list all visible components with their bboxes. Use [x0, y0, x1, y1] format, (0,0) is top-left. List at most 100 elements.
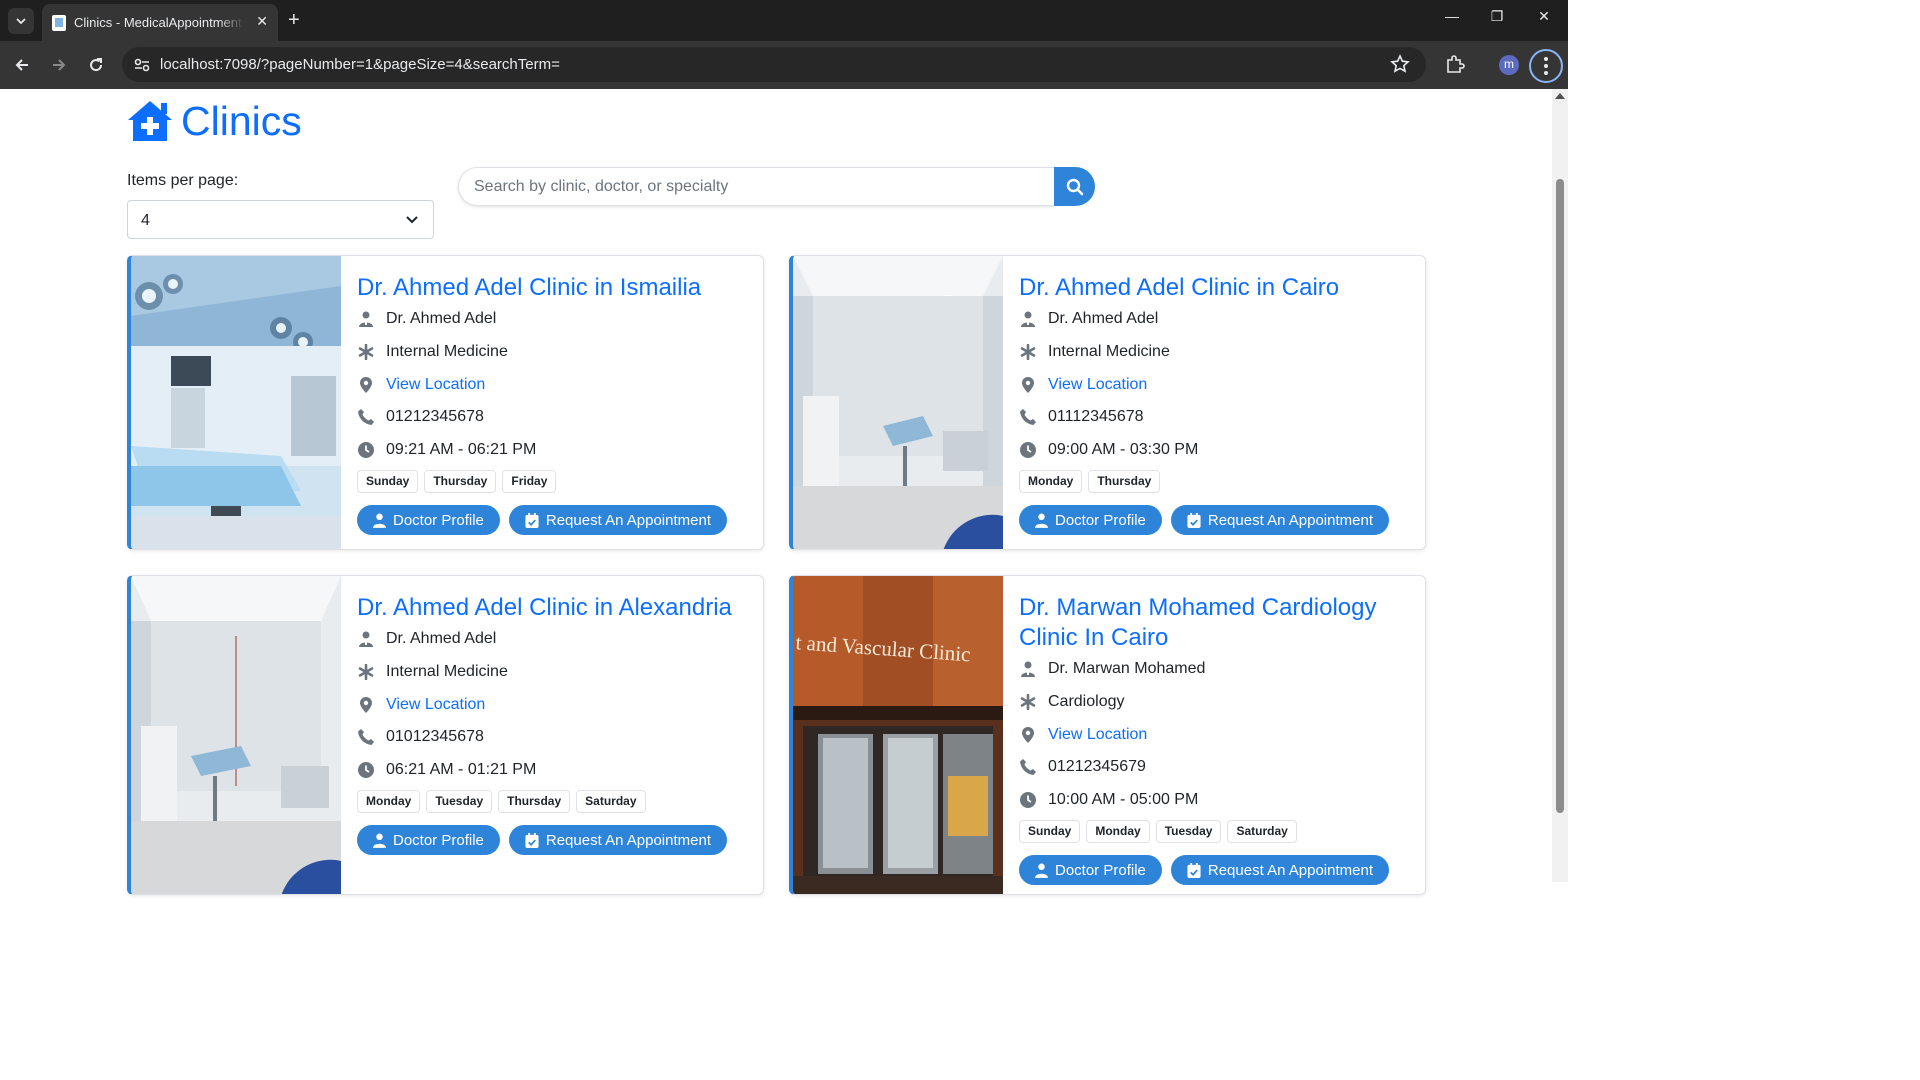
phone-icon	[1019, 758, 1037, 776]
extensions-icon[interactable]	[1444, 53, 1466, 75]
calendar-check-icon	[525, 512, 539, 528]
close-window-icon[interactable]: ✕	[1534, 8, 1554, 25]
day-badge: Friday	[502, 470, 557, 494]
day-badge: Tuesday	[426, 790, 493, 814]
day-badge: Thursday	[1088, 470, 1161, 494]
doctor-profile-button[interactable]: Doctor Profile	[357, 505, 500, 536]
map-pin-icon	[357, 376, 375, 394]
doctor-name: Dr. Ahmed Adel	[1048, 310, 1159, 328]
day-badge: Monday	[1019, 470, 1083, 494]
reload-button[interactable]	[84, 53, 108, 77]
day-badge: Saturday	[1227, 820, 1297, 844]
day-badge: Sunday	[357, 470, 419, 494]
view-location-link[interactable]: View Location	[386, 696, 485, 714]
phone-number: 01212345679	[1048, 758, 1146, 776]
reload-icon	[90, 58, 103, 72]
view-location-link[interactable]: View Location	[1048, 726, 1147, 744]
scroll-up-arrow-icon[interactable]	[1555, 93, 1565, 99]
tab-title: Clinics - MedicalAppointmentsSystem	[74, 15, 244, 30]
request-appointment-button[interactable]: Request An Appointment	[1170, 505, 1389, 536]
view-location-link[interactable]: View Location	[1048, 376, 1147, 394]
back-button[interactable]	[10, 53, 34, 77]
clinic-card-body: Dr. Ahmed Adel Clinic in Ismailia Dr. Ah…	[357, 256, 753, 536]
user-doctor-icon	[357, 630, 375, 648]
doctor-row: Dr. Ahmed Adel	[357, 303, 753, 336]
working-days: Sunday Thursday Friday	[357, 470, 753, 494]
bookmark-star-icon[interactable]	[1390, 54, 1410, 74]
card-actions: Doctor Profile Request An Appointment	[357, 505, 753, 536]
close-tab-icon[interactable]: ✕	[256, 13, 268, 30]
phone-row: 01212345678	[357, 401, 753, 434]
user-doctor-icon	[1019, 310, 1037, 328]
doctor-profile-button[interactable]: Doctor Profile	[1019, 855, 1162, 886]
clinic-name-link[interactable]: Dr. Ahmed Adel Clinic in Cairo	[1019, 273, 1415, 303]
view-location-link[interactable]: View Location	[386, 376, 485, 394]
search-input[interactable]	[458, 167, 1055, 206]
chevron-down-icon	[16, 18, 26, 25]
new-tab-button[interactable]: +	[288, 9, 300, 31]
doctor-profile-button[interactable]: Doctor Profile	[1019, 505, 1162, 536]
doctor-profile-label: Doctor Profile	[1055, 861, 1146, 879]
scrollbar-thumb[interactable]	[1556, 179, 1564, 813]
day-badge: Tuesday	[1155, 820, 1222, 844]
clock-icon	[357, 761, 375, 779]
day-badge: Monday	[357, 790, 421, 814]
hours-row: 09:21 AM - 06:21 PM	[357, 434, 753, 467]
user-doctor-icon	[373, 513, 386, 528]
forward-button[interactable]	[47, 53, 71, 77]
phone-number: 01212345678	[386, 408, 484, 426]
clinic-card-body: Dr. Ahmed Adel Clinic in Cairo Dr. Ahmed…	[1019, 256, 1415, 536]
doctor-name: Dr. Marwan Mohamed	[1048, 660, 1206, 678]
profile-avatar[interactable]: m	[1499, 55, 1519, 75]
clinic-name-link[interactable]: Dr. Marwan Mohamed Cardiology Clinic In …	[1019, 593, 1415, 653]
specialty-row: Internal Medicine	[357, 336, 753, 369]
calendar-check-icon	[525, 832, 539, 848]
phone-row: 01012345678	[357, 721, 753, 754]
asterisk-icon	[357, 663, 375, 681]
phone-row: 01212345679	[1019, 751, 1415, 784]
items-per-page-value: 4	[141, 212, 150, 229]
hours-row: 06:21 AM - 01:21 PM	[357, 754, 753, 787]
clinic-card: Dr. Ahmed Adel Clinic in Ismailia Dr. Ah…	[127, 255, 764, 550]
clinic-photo	[131, 576, 341, 894]
working-days: Monday Tuesday Thursday Saturday	[357, 790, 753, 814]
clinic-card: Dr. Ahmed Adel Clinic in Cairo Dr. Ahmed…	[789, 255, 1426, 550]
user-doctor-icon	[373, 833, 386, 848]
working-hours: 09:00 AM - 03:30 PM	[1048, 441, 1199, 459]
day-badge: Thursday	[498, 790, 571, 814]
phone-icon	[357, 408, 375, 426]
tab-search-button[interactable]	[8, 8, 34, 34]
map-pin-icon	[357, 696, 375, 714]
working-hours: 10:00 AM - 05:00 PM	[1048, 791, 1199, 809]
location-row: View Location	[357, 688, 753, 721]
doctor-row: Dr. Marwan Mohamed	[1019, 653, 1415, 686]
specialty-name: Cardiology	[1048, 693, 1125, 711]
request-appointment-button[interactable]: Request An Appointment	[508, 505, 727, 536]
clinic-name-link[interactable]: Dr. Ahmed Adel Clinic in Ismailia	[357, 273, 753, 303]
calendar-check-icon	[1187, 512, 1201, 528]
request-appointment-button[interactable]: Request An Appointment	[508, 825, 727, 856]
items-per-page-select[interactable]: 4	[127, 200, 434, 239]
working-days: Sunday Monday Tuesday Saturday	[1019, 820, 1415, 844]
calendar-check-icon	[1187, 862, 1201, 878]
phone-icon	[357, 728, 375, 746]
search-button[interactable]	[1054, 167, 1095, 206]
more-vertical-icon	[1544, 57, 1548, 75]
request-appointment-button[interactable]: Request An Appointment	[1170, 855, 1389, 886]
address-bar[interactable]: localhost:7098/?pageNumber=1&pageSize=4&…	[122, 47, 1426, 82]
specialty-name: Internal Medicine	[386, 663, 508, 681]
browser-menu-button[interactable]	[1529, 49, 1563, 83]
page-heading: Clinics	[127, 98, 302, 144]
doctor-profile-button[interactable]: Doctor Profile	[357, 825, 500, 856]
arrow-right-icon	[53, 59, 66, 71]
doctor-row: Dr. Ahmed Adel	[357, 623, 753, 656]
restore-icon[interactable]: ❐	[1487, 8, 1507, 25]
clinic-name-link[interactable]: Dr. Ahmed Adel Clinic in Alexandria	[357, 593, 753, 623]
minimize-icon[interactable]: —	[1442, 8, 1462, 24]
page-scrollbar[interactable]	[1552, 89, 1568, 882]
user-doctor-icon	[1019, 660, 1037, 678]
working-hours: 09:21 AM - 06:21 PM	[386, 441, 537, 459]
phone-number: 01012345678	[386, 728, 484, 746]
browser-tab[interactable]: Clinics - MedicalAppointmentsSystem ✕	[42, 4, 278, 41]
site-info-icon[interactable]	[132, 55, 152, 75]
